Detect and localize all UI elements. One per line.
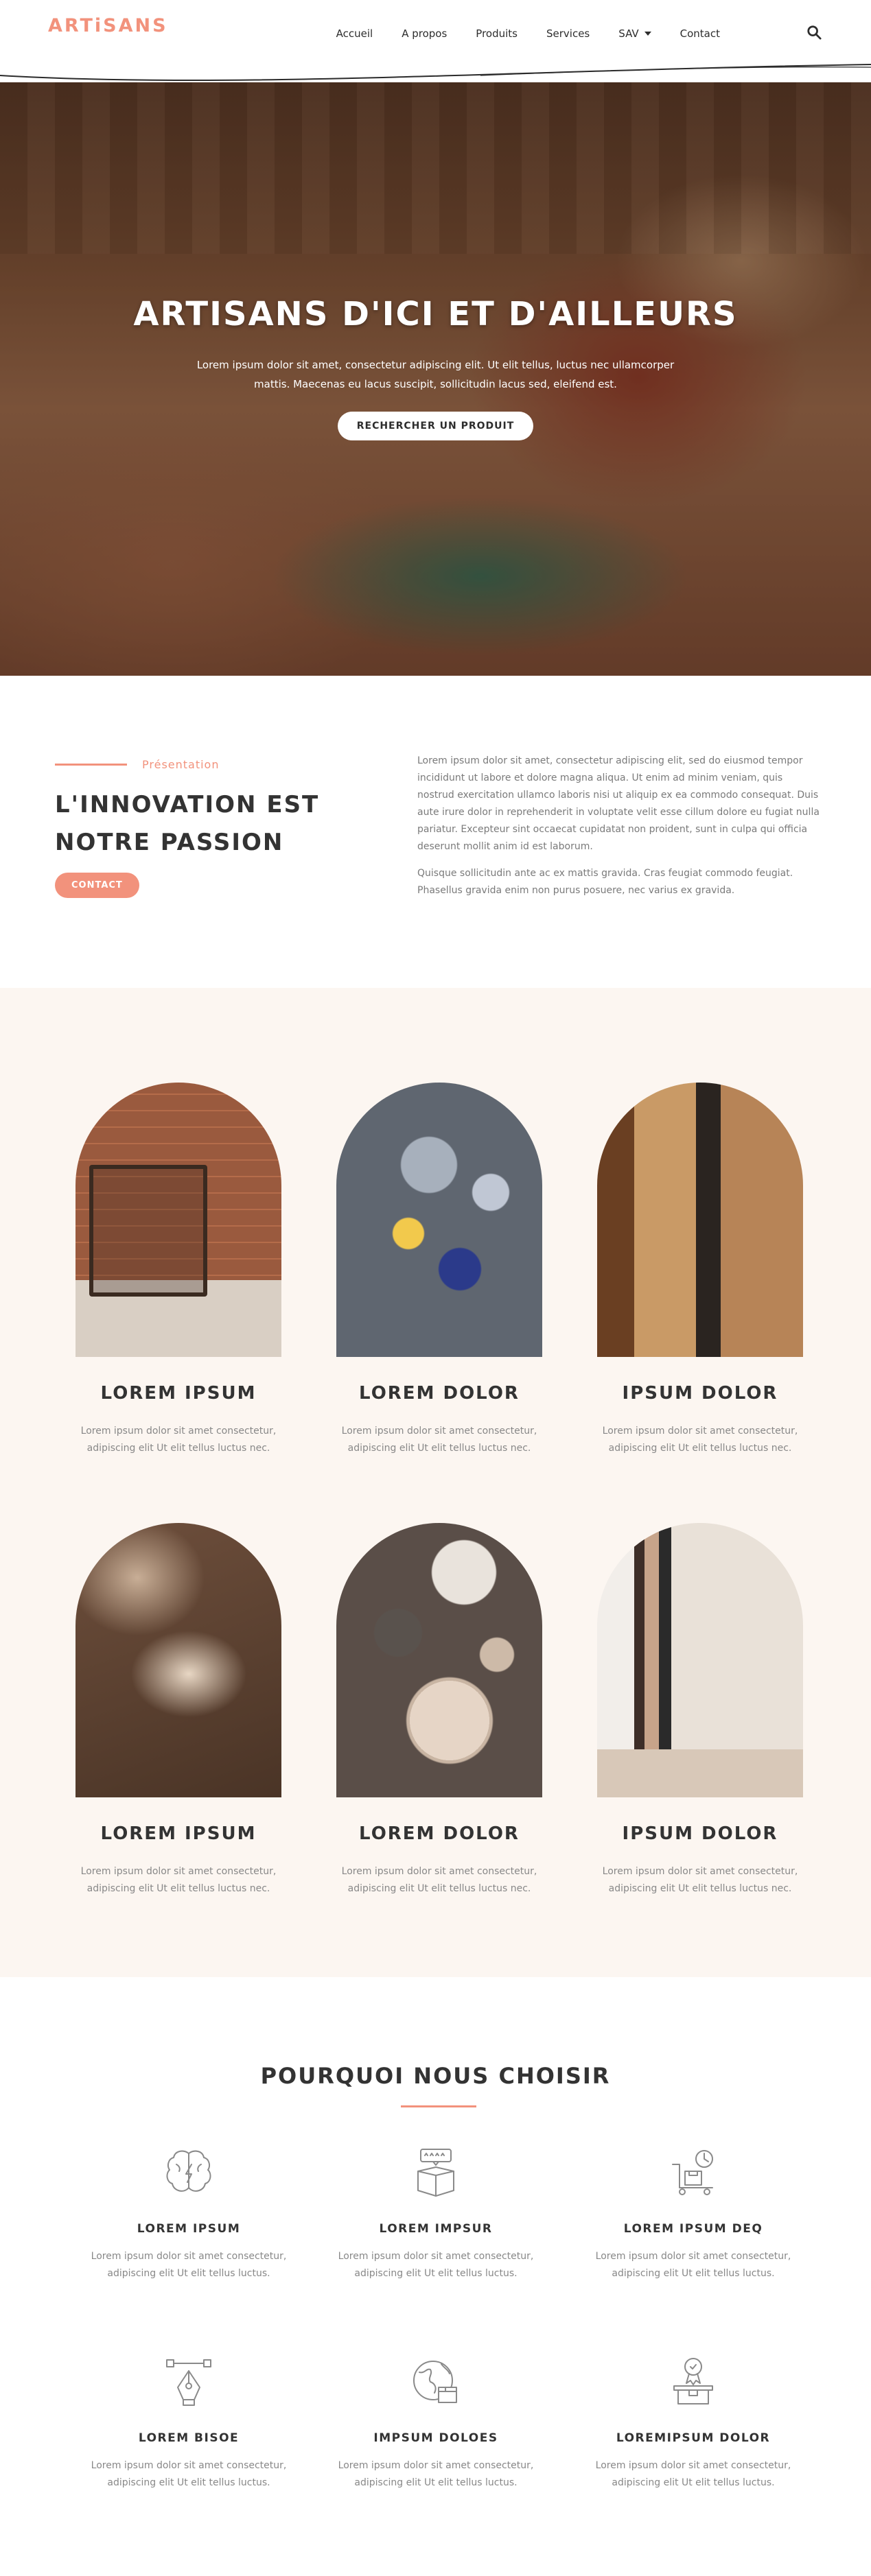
nav-item-services[interactable]: Services (546, 27, 590, 40)
card-text: Lorem ipsum dolor sit amet consectetur, … (341, 1866, 537, 1894)
product-card[interactable]: IPSUM DOLOR Lorem ipsum dolor sit amet c… (577, 1523, 824, 1898)
presentation-kicker-label: Présentation (142, 758, 220, 771)
card-image-pottery (76, 1523, 281, 1797)
feature-text: Lorem ipsum dolor sit amet consectetur, … (338, 2460, 534, 2488)
product-card[interactable]: LOREM DOLOR Lorem ipsum dolor sit amet c… (316, 1523, 563, 1898)
feature-item: LOREM IPSUM DEQ Lorem ipsum dolor sit am… (580, 2144, 806, 2282)
feature-title: LOREM IPSUM DEQ (623, 2222, 763, 2236)
feature-text: Lorem ipsum dolor sit amet consectetur, … (595, 2251, 791, 2279)
pen-tool-icon (166, 2359, 211, 2406)
card-text: Lorem ipsum dolor sit amet consectetur, … (602, 1866, 798, 1894)
contact-button[interactable]: CONTACT (55, 873, 139, 898)
brain-icon (166, 2150, 211, 2192)
card-title: IPSUM DOLOR (622, 1823, 778, 1844)
card-text: Lorem ipsum dolor sit amet consectetur, … (602, 1426, 798, 1454)
card-title: IPSUM DOLOR (622, 1383, 778, 1404)
site-logo[interactable]: ARTiSANS (48, 15, 168, 36)
product-card[interactable]: LOREM IPSUM Lorem ipsum dolor sit amet c… (55, 1523, 302, 1898)
search-icon[interactable] (806, 25, 822, 40)
presentation-section: Présentation L'INNOVATION EST NOTRE PASS… (0, 676, 871, 988)
kicker-line (55, 764, 127, 766)
card-title: LOREM DOLOR (359, 1823, 520, 1844)
card-text: Lorem ipsum dolor sit amet consectetur, … (341, 1426, 537, 1454)
search-product-button[interactable]: RECHERCHER UN PRODUIT (337, 412, 534, 440)
product-card[interactable]: LOREM IPSUM Lorem ipsum dolor sit amet c… (55, 1083, 302, 1457)
nav-item-accueil[interactable]: Accueil (336, 27, 373, 40)
feature-item: LOREM IPSUM Lorem ipsum dolor sit amet c… (76, 2144, 302, 2282)
feature-title: LOREM BISOE (138, 2431, 240, 2445)
product-card[interactable]: LOREM DOLOR Lorem ipsum dolor sit amet c… (316, 1083, 563, 1457)
presentation-kicker: Présentation (55, 758, 343, 771)
why-title: POURQUOI NOUS CHOISIR (260, 2063, 611, 2089)
card-title: LOREM IPSUM (100, 1383, 257, 1404)
rating-box-icon (417, 2149, 454, 2197)
feature-text: Lorem ipsum dolor sit amet consectetur, … (595, 2460, 791, 2488)
delivery-cart-icon (672, 2150, 713, 2195)
presentation-title: L'INNOVATION EST NOTRE PASSION (55, 791, 320, 856)
feature-text: Lorem ipsum dolor sit amet consectetur, … (338, 2251, 534, 2279)
card-image-ceramics (336, 1523, 542, 1797)
award-box-icon (673, 2358, 713, 2404)
product-card[interactable]: IPSUM DOLOR Lorem ipsum dolor sit amet c… (577, 1083, 824, 1457)
feature-title: LOREM IMPSUR (379, 2222, 493, 2236)
presentation-intro: Présentation L'INNOVATION EST NOTRE PASS… (55, 758, 343, 898)
feature-text: Lorem ipsum dolor sit amet consectetur, … (91, 2251, 287, 2279)
card-image-interior (76, 1083, 281, 1357)
feature-title: LOREM IPSUM (137, 2222, 241, 2236)
nav-item-contact[interactable]: Contact (680, 27, 720, 40)
feature-text: Lorem ipsum dolor sit amet consectetur, … (91, 2460, 287, 2488)
hero-text: Lorem ipsum dolor sit amet, consectetur … (196, 359, 675, 390)
presentation-text: Lorem ipsum dolor sit amet, consectetur … (417, 753, 822, 899)
feature-item: LOREMIPSUM DOLOR Lorem ipsum dolor sit a… (580, 2353, 806, 2492)
nav-item-produits[interactable]: Produits (476, 27, 518, 40)
chevron-down-icon (644, 32, 651, 36)
card-title: LOREM DOLOR (359, 1383, 520, 1404)
nav-item-sav[interactable]: SAV (618, 27, 651, 40)
hero-title: ARTISANS D'ICI ET D'AILLEURS (133, 295, 738, 333)
main-nav: Accueil A propos Produits Services SAV C… (307, 27, 720, 40)
hero-section: ARTISANS D'ICI ET D'AILLEURS Lorem ipsum… (0, 82, 871, 676)
feature-title: LOREMIPSUM DOLOR (616, 2431, 771, 2445)
feature-item: LOREM IMPSUR Lorem ipsum dolor sit amet … (323, 2144, 549, 2282)
hero-content: ARTISANS D'ICI ET D'AILLEURS Lorem ipsum… (0, 295, 871, 440)
card-title: LOREM IPSUM (100, 1823, 257, 1844)
why-title-underline (401, 2105, 476, 2107)
globe-package-icon (413, 2361, 457, 2403)
product-cards-section: LOREM IPSUM Lorem ipsum dolor sit amet c… (0, 988, 871, 1977)
feature-item: LOREM BISOE Lorem ipsum dolor sit amet c… (76, 2353, 302, 2492)
why-choose-us-section: POURQUOI NOUS CHOISIR LOREM IPSUM Lorem … (0, 1977, 871, 2576)
site-header: ARTiSANS Accueil A propos Produits Servi… (0, 0, 871, 82)
nav-item-sav-label: SAV (618, 27, 639, 40)
card-image-jewelry (336, 1083, 542, 1357)
presentation-paragraph-1: Lorem ipsum dolor sit amet, consectetur … (417, 755, 820, 852)
card-image-clothing-rack (597, 1523, 803, 1797)
feature-title: IMPSUM DOLOES (373, 2431, 498, 2445)
feature-item: IMPSUM DOLOES Lorem ipsum dolor sit amet… (323, 2353, 549, 2492)
header-brush-divider (0, 60, 871, 82)
nav-item-a-propos[interactable]: A propos (402, 27, 447, 40)
card-image-leather-tools (597, 1083, 803, 1357)
presentation-paragraph-2: Quisque sollicitudin ante ac ex mattis g… (417, 868, 793, 896)
card-text: Lorem ipsum dolor sit amet consectetur, … (80, 1426, 277, 1454)
card-text: Lorem ipsum dolor sit amet consectetur, … (80, 1866, 277, 1894)
